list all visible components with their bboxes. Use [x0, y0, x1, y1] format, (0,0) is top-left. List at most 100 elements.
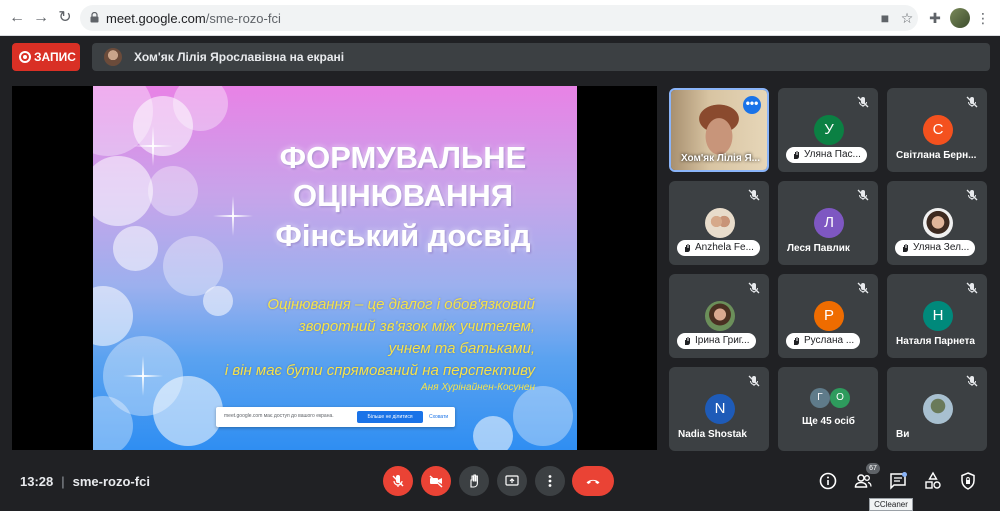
camera-toggle-button[interactable] — [421, 466, 451, 496]
self-tile[interactable]: Ви — [887, 367, 987, 451]
participant-name: Anzhela Fe... — [695, 242, 754, 253]
slide-quote-line1: Оцінювання – це діалог і обов'язковий — [267, 296, 535, 313]
bokeh-decoration — [473, 416, 513, 450]
raised-hand-icon — [685, 337, 690, 345]
participant-tile[interactable]: ••• Хом'як Лілія Я... — [669, 88, 769, 172]
tooltip: CCleaner — [869, 498, 913, 511]
mic-off-icon — [392, 475, 404, 487]
participant-name: Ви — [896, 429, 910, 440]
participant-name: Леся Павлик — [787, 243, 850, 254]
presenter-avatar — [104, 48, 122, 66]
more-participants-avatars: Г О — [810, 388, 850, 410]
participant-avatar: Г — [810, 388, 830, 408]
more-participants-label: Ще 45 осіб — [802, 416, 855, 427]
participant-name: Уляна Зел... — [913, 242, 970, 253]
record-icon — [19, 51, 31, 63]
leave-call-button[interactable] — [572, 466, 614, 496]
participant-name-pill: Уляна Зел... — [895, 240, 976, 256]
mic-off-icon — [748, 189, 760, 201]
participant-avatar: Л — [814, 208, 844, 238]
participants-count-badge: 67 — [866, 463, 880, 474]
participant-name-pill: Руслана ... — [786, 333, 861, 349]
chat-icon[interactable] — [888, 471, 908, 491]
more-vert-icon — [548, 475, 552, 487]
participant-name: Наталя Парнета — [896, 336, 975, 347]
participant-avatar: У — [814, 115, 844, 145]
forward-arrow-icon[interactable]: → — [30, 7, 52, 29]
participant-tile[interactable]: Н Наталя Парнета — [887, 274, 987, 358]
participant-avatar: О — [830, 388, 850, 408]
menu-dots-icon[interactable]: ⋮ — [974, 9, 992, 27]
camera-icon[interactable]: ■ — [876, 9, 894, 27]
participant-name: Хом'як Лілія Я... — [681, 153, 760, 164]
more-options-button[interactable] — [535, 466, 565, 496]
participant-photo — [705, 208, 735, 238]
recording-badge[interactable]: ЗАПИС — [12, 43, 80, 71]
presenting-text: Хом'як Лілія Ярославівна на екрані — [134, 50, 345, 64]
hand-icon — [470, 474, 478, 488]
browser-toolbar: ← → ↻ meet.google.com/sme-rozo-fci ■ ☆ ✚… — [0, 0, 1000, 36]
slide-title-line1: ФОРМУВАЛЬНЕ — [279, 140, 527, 175]
participant-avatar: Н — [923, 301, 953, 331]
meeting-info: 13:28 | sme-rozo-fci — [20, 474, 150, 489]
host-controls-shield-icon[interactable] — [958, 471, 978, 491]
participant-tile[interactable]: У Уляна Пас... — [778, 88, 878, 172]
info-icon[interactable] — [818, 471, 838, 491]
bokeh-decoration — [148, 166, 198, 216]
slide-quote-line3: учнем та батьками, — [388, 340, 535, 357]
more-participants-tile[interactable]: Г О Ще 45 осіб — [778, 367, 878, 451]
profile-avatar[interactable] — [950, 8, 970, 28]
lock-icon — [90, 12, 99, 23]
mic-off-icon — [966, 282, 978, 294]
participant-name: Nadia Shostak — [678, 429, 747, 440]
sparkle-decoration — [133, 126, 173, 166]
bokeh-decoration — [153, 376, 223, 446]
mic-off-icon — [857, 96, 869, 108]
url-text: meet.google.com/sme-rozo-fci — [106, 11, 281, 26]
star-icon[interactable]: ☆ — [898, 9, 916, 27]
raise-hand-button[interactable] — [459, 466, 489, 496]
slide-author: Аня Хурінайнен-Косунен — [421, 382, 535, 393]
participant-name: Світлана Берн... — [896, 150, 977, 161]
stop-sharing-button[interactable]: Більше не ділитися — [357, 411, 423, 423]
mic-off-icon — [748, 282, 760, 294]
hang-up-icon — [586, 479, 600, 484]
mic-off-icon — [966, 96, 978, 108]
participant-name-pill: Ірина Григ... — [677, 333, 756, 349]
presentation-stage: ФОРМУВАЛЬНЕ ОЦІНЮВАННЯ Фінський досвід О… — [12, 86, 657, 450]
participant-tile[interactable]: Р Руслана ... — [778, 274, 878, 358]
participant-photo — [705, 301, 735, 331]
more-options-icon[interactable]: ••• — [743, 96, 761, 114]
address-bar[interactable]: meet.google.com/sme-rozo-fci — [80, 5, 918, 31]
participant-photo — [923, 208, 953, 238]
bokeh-decoration — [93, 286, 133, 346]
back-arrow-icon[interactable]: ← — [6, 7, 28, 29]
present-screen-button[interactable] — [497, 466, 527, 496]
participant-tile[interactable]: С Світлана Берн... — [887, 88, 987, 172]
sparkle-decoration — [123, 356, 163, 396]
people-icon[interactable] — [853, 471, 873, 491]
participant-tile[interactable]: Ірина Григ... — [669, 274, 769, 358]
mic-off-icon — [857, 189, 869, 201]
screen-share-notice: meet.google.com має доступ до вашого екр… — [216, 407, 455, 427]
bokeh-decoration — [203, 286, 233, 316]
presenting-bar: Хом'як Лілія Ярославівна на екрані — [92, 43, 990, 71]
participant-tile[interactable]: Anzhela Fe... — [669, 181, 769, 265]
hide-notice-link[interactable]: Сховати — [429, 414, 448, 420]
bokeh-decoration — [113, 226, 158, 271]
raised-hand-icon — [903, 244, 908, 252]
reload-icon[interactable]: ↻ — [54, 7, 76, 29]
activities-icon[interactable] — [923, 471, 943, 491]
participant-tile[interactable]: Л Леся Павлик — [778, 181, 878, 265]
raised-hand-icon — [794, 151, 799, 159]
shared-slide: ФОРМУВАЛЬНЕ ОЦІНЮВАННЯ Фінський досвід О… — [93, 86, 577, 450]
participant-tile[interactable]: N Nadia Shostak — [669, 367, 769, 451]
raised-hand-icon — [685, 244, 690, 252]
slide-title-line3: Фінський досвід — [275, 218, 531, 253]
mic-off-icon — [966, 189, 978, 201]
slide-title-line2: ОЦІНЮВАННЯ — [292, 178, 513, 213]
microphone-toggle-button[interactable] — [383, 466, 413, 496]
mic-off-icon — [748, 375, 760, 387]
participant-tile[interactable]: Уляна Зел... — [887, 181, 987, 265]
extensions-icon[interactable]: ✚ — [926, 9, 944, 27]
